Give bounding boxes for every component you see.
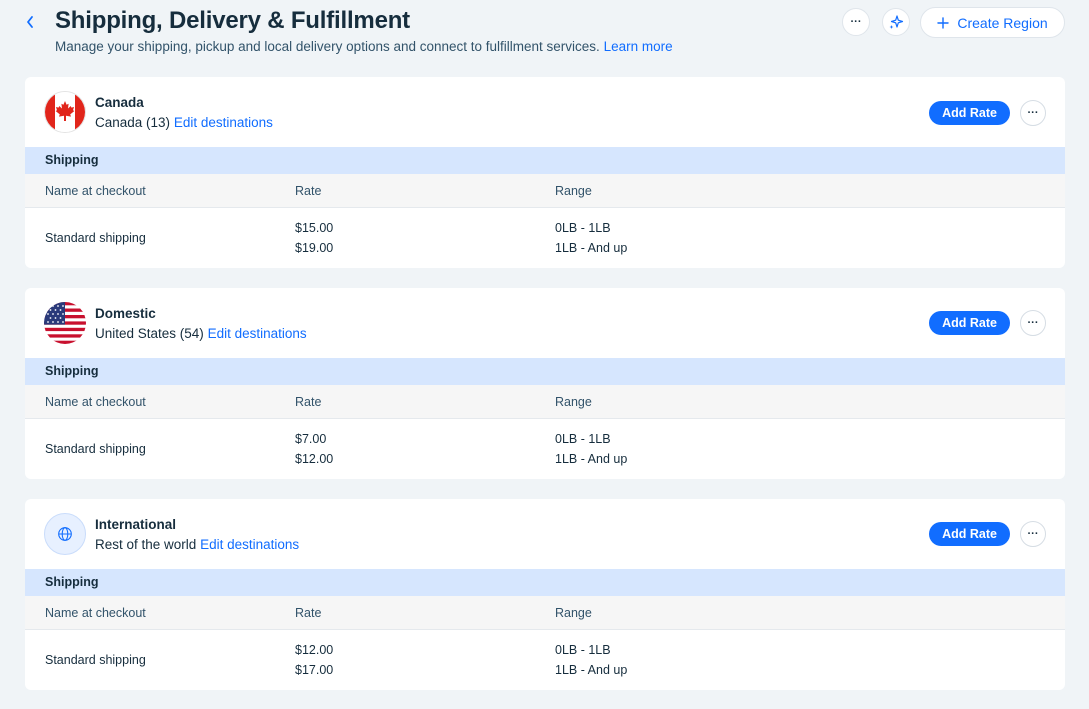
us-flag-icon — [44, 302, 86, 344]
region-more-button[interactable]: ··· — [1020, 100, 1046, 126]
edit-destinations-link[interactable]: Edit destinations — [200, 537, 299, 552]
add-rate-button[interactable]: Add Rate — [929, 311, 1010, 335]
range-value: 0LB - 1LB — [555, 643, 611, 657]
destinations-summary: United States (54) — [95, 326, 204, 341]
add-rate-button[interactable]: Add Rate — [929, 101, 1010, 125]
column-name-header: Name at checkout — [45, 395, 146, 409]
shipping-section-header: Shipping — [25, 358, 1065, 385]
edit-destinations-link[interactable]: Edit destinations — [174, 115, 273, 130]
range-value: 1LB - And up — [555, 241, 628, 255]
table-row[interactable]: Standard shipping $15.00 $19.00 0LB - 1L… — [25, 208, 1065, 268]
edit-destinations-link[interactable]: Edit destinations — [208, 326, 307, 341]
table-row[interactable]: Standard shipping $12.00 $17.00 0LB - 1L… — [25, 630, 1065, 690]
rate-name: Standard shipping — [45, 231, 146, 245]
range-value: 0LB - 1LB — [555, 432, 611, 446]
range-value: 1LB - And up — [555, 452, 628, 466]
column-range-header: Range — [555, 395, 592, 409]
table-row[interactable]: Standard shipping $7.00 $12.00 0LB - 1LB… — [25, 419, 1065, 479]
canada-flag-icon — [44, 91, 86, 133]
add-rate-button[interactable]: Add Rate — [929, 522, 1010, 546]
more-dots-icon: ··· — [1027, 316, 1039, 329]
region-name: Domestic — [95, 306, 156, 321]
chevron-left-icon — [27, 16, 33, 28]
column-range-header: Range — [555, 606, 592, 620]
back-button[interactable] — [20, 12, 40, 32]
column-rate-header: Rate — [295, 606, 322, 620]
region-destinations: Rest of the world Edit destinations — [95, 537, 299, 552]
destinations-summary: Rest of the world — [95, 537, 197, 552]
range-value: 1LB - And up — [555, 663, 628, 677]
create-region-label: Create Region — [957, 14, 1048, 31]
more-dots-icon: ··· — [1027, 106, 1039, 119]
destinations-summary: Canada (13) — [95, 115, 171, 130]
region-destinations: Canada (13) Edit destinations — [95, 115, 273, 130]
learn-more-link[interactable]: Learn more — [604, 39, 673, 54]
page-subtitle: Manage your shipping, pickup and local d… — [55, 39, 673, 54]
create-region-button[interactable]: Create Region — [920, 7, 1065, 38]
column-name-header: Name at checkout — [45, 184, 146, 198]
rate-name: Standard shipping — [45, 653, 146, 667]
column-name-header: Name at checkout — [45, 606, 146, 620]
more-dots-icon: ··· — [850, 15, 862, 28]
more-dots-icon: ··· — [1027, 527, 1039, 540]
range-value: 0LB - 1LB — [555, 221, 611, 235]
page-header: Shipping, Delivery & Fulfillment Manage … — [0, 0, 1089, 70]
rate-value: $19.00 — [295, 241, 334, 255]
column-rate-header: Rate — [295, 184, 322, 198]
shipping-section-header: Shipping — [25, 147, 1065, 174]
column-range-header: Range — [555, 184, 592, 198]
region-name: Canada — [95, 95, 144, 110]
subtitle-text: Manage your shipping, pickup and local d… — [55, 39, 600, 54]
table-header: Name at checkout Rate Range — [25, 174, 1065, 208]
sparkle-icon — [889, 15, 904, 29]
more-actions-button[interactable]: ··· — [842, 8, 870, 36]
region-card-international: International Rest of the world Edit des… — [25, 499, 1065, 690]
region-card-domestic: Domestic United States (54) Edit destina… — [25, 288, 1065, 479]
table-header: Name at checkout Rate Range — [25, 596, 1065, 630]
rate-value: $12.00 — [295, 643, 334, 657]
plus-icon — [937, 16, 950, 29]
ai-assistant-button[interactable] — [882, 8, 910, 36]
region-card-canada: Canada Canada (13) Edit destinations Add… — [25, 77, 1065, 268]
shipping-section-header: Shipping — [25, 569, 1065, 596]
table-header: Name at checkout Rate Range — [25, 385, 1065, 419]
rate-name: Standard shipping — [45, 442, 146, 456]
region-more-button[interactable]: ··· — [1020, 310, 1046, 336]
globe-icon — [44, 513, 86, 555]
rate-value: $17.00 — [295, 663, 334, 677]
region-destinations: United States (54) Edit destinations — [95, 326, 307, 341]
region-name: International — [95, 517, 177, 532]
column-rate-header: Rate — [295, 395, 322, 409]
region-more-button[interactable]: ··· — [1020, 521, 1046, 547]
rate-value: $12.00 — [295, 452, 334, 466]
rate-value: $15.00 — [295, 221, 334, 235]
page-title: Shipping, Delivery & Fulfillment — [55, 7, 410, 34]
rate-value: $7.00 — [295, 432, 327, 446]
